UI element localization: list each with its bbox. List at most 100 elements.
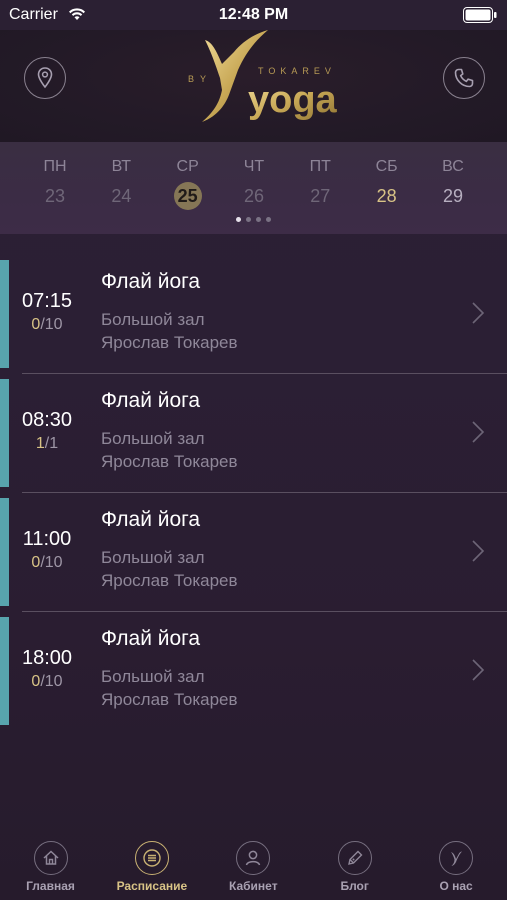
chevron-right-icon — [472, 421, 485, 443]
tab-list[interactable]: Расписание — [101, 835, 202, 893]
class-teacher: Ярослав Токарев — [101, 333, 238, 352]
class-time: 11:00 — [22, 528, 72, 550]
logo-by-text: BY — [188, 74, 212, 84]
battery-icon — [463, 7, 497, 23]
week-day-picker: ПН 23 ВТ 24 СР 25 ЧТ 26 ПТ 27 СБ 28 ВС 29 — [0, 142, 507, 234]
day-6[interactable]: ВС 29 — [420, 158, 486, 210]
class-hall: Большой зал — [101, 548, 205, 567]
row-accent-bar — [0, 617, 9, 725]
tab-label: О нас — [439, 879, 473, 893]
day-number-selected: 25 — [173, 182, 202, 210]
class-time: 08:30 — [21, 409, 73, 431]
class-occupancy: 0/10 — [14, 554, 80, 572]
user-icon — [246, 850, 261, 866]
tab-pen[interactable]: Блог — [304, 835, 405, 893]
chevron-right-icon — [472, 659, 485, 681]
pen-icon — [347, 850, 363, 865]
class-teacher: Ярослав Токарев — [101, 452, 238, 471]
day-name: ВТ — [111, 158, 132, 175]
status-bar: Carrier 12:48 PM — [0, 0, 507, 30]
class-row[interactable]: 18:00 0/10 Флай йога Большой зал Ярослав Ток… — [0, 617, 507, 725]
tab-label: Главная — [26, 879, 75, 893]
class-occupancy: 0/10 — [14, 673, 80, 691]
day-number: 29 — [442, 186, 463, 206]
class-title: Флай йога — [101, 508, 201, 531]
page-dot — [236, 217, 241, 222]
chevron-right-icon — [472, 540, 485, 562]
clock-label: 12:48 PM — [218, 6, 289, 23]
tab-icon-circle — [33, 841, 68, 875]
row-divider — [22, 492, 507, 493]
row-accent-bar — [0, 498, 9, 606]
day-list: ПН 23 ВТ 24 СР 25 ЧТ 26 ПТ 27 СБ 28 ВС 29 — [22, 158, 486, 210]
day-name: ПН — [43, 158, 67, 175]
day-number: 23 — [44, 186, 66, 206]
location-button[interactable] — [24, 57, 66, 99]
capacity-count: 10 — [44, 316, 63, 333]
tab-bar: Главная Расписание Кабинет Блог О нас — [0, 835, 507, 900]
tokarev-yoga-logo: BY TOKAREV yoga — [188, 30, 338, 122]
tab-icon-circle — [134, 841, 169, 875]
app-header: BY TOKAREV yoga — [0, 30, 507, 142]
class-teacher: Ярослав Токарев — [101, 690, 238, 709]
row-divider — [22, 373, 507, 374]
phone-button[interactable] — [443, 57, 485, 99]
class-occupancy: 1/1 — [14, 435, 80, 453]
class-occupancy: 0/10 — [14, 316, 80, 334]
day-2[interactable]: СР 25 — [155, 158, 221, 210]
class-row[interactable]: 07:15 0/10 Флай йога Большой зал Ярослав Ток… — [0, 260, 507, 368]
class-title: Флай йога — [101, 627, 201, 650]
row-accent-bar — [0, 379, 9, 487]
day-5[interactable]: СБ 28 — [354, 158, 420, 210]
class-title: Флай йога — [101, 389, 201, 412]
page-dot — [256, 217, 261, 222]
tab-label: Блог — [340, 879, 369, 893]
day-0[interactable]: ПН 23 — [22, 158, 88, 210]
class-teacher: Ярослав Токарев — [101, 571, 238, 590]
home-icon — [42, 850, 59, 865]
class-row[interactable]: 11:00 0/10 Флай йога Большой зал Ярослав Ток… — [0, 498, 507, 606]
logo-y-icon — [451, 851, 463, 866]
logo-word-text: yoga — [248, 79, 338, 121]
day-1[interactable]: ВТ 24 — [88, 158, 154, 210]
capacity-count: 10 — [44, 673, 63, 690]
day-number: 26 — [243, 186, 264, 206]
day-name: СБ — [375, 158, 398, 175]
day-name: ЧТ — [243, 158, 265, 175]
booked-count: 0 — [31, 554, 41, 571]
tab-icon-circle — [337, 841, 372, 875]
tab-logo-y[interactable]: О нас — [406, 835, 507, 893]
day-name: СР — [176, 158, 199, 175]
class-row[interactable]: 08:30 1/1 Флай йога Большой зал Ярослав Тока… — [0, 379, 507, 487]
day-3[interactable]: ЧТ 26 — [221, 158, 287, 210]
row-accent-bar — [0, 260, 9, 368]
class-title: Флай йога — [101, 270, 201, 293]
logo-brand-text: TOKAREV — [258, 66, 336, 76]
list-icon — [143, 849, 161, 867]
class-time: 18:00 — [21, 647, 73, 669]
tab-label: Кабинет — [229, 879, 278, 893]
app-screen: Carrier 12:48 PM BY TOKAREV yoga ПН 23 В… — [0, 0, 507, 900]
class-hall: Большой зал — [101, 310, 205, 329]
page-indicator — [236, 217, 271, 222]
tab-home[interactable]: Главная — [0, 835, 101, 893]
class-hall: Большой зал — [101, 667, 205, 686]
location-pin-icon — [37, 67, 53, 89]
day-number: 28 — [376, 186, 397, 206]
day-4[interactable]: ПТ 27 — [287, 158, 353, 210]
tab-label: Расписание — [116, 879, 188, 893]
day-number: 27 — [310, 186, 331, 206]
page-dot — [266, 217, 271, 222]
page-dot — [246, 217, 251, 222]
chevron-right-icon — [472, 302, 485, 324]
phone-icon — [454, 68, 474, 88]
tab-icon-circle — [439, 841, 474, 875]
booked-count: 0 — [31, 316, 41, 333]
day-number: 24 — [111, 186, 132, 206]
tab-icon-circle — [236, 841, 271, 875]
capacity-count: 10 — [44, 554, 63, 571]
class-hall: Большой зал — [101, 429, 205, 448]
booked-count: 1 — [35, 435, 45, 452]
tab-user[interactable]: Кабинет — [203, 835, 304, 893]
class-time: 07:15 — [21, 290, 73, 312]
